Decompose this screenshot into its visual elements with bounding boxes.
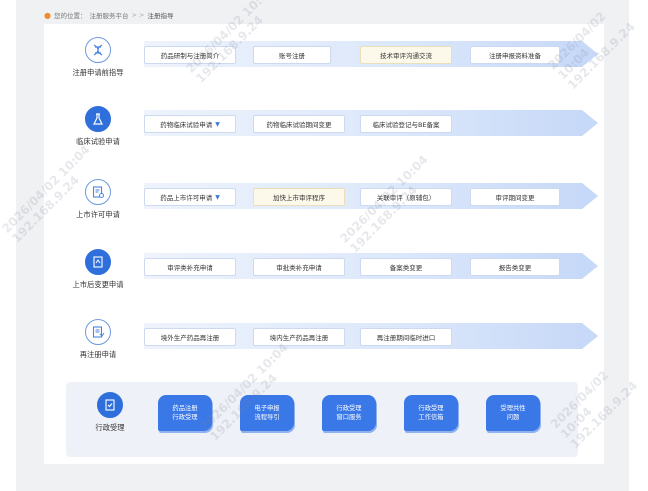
location-pin-icon: ● <box>44 10 51 20</box>
change-doc-icon <box>85 249 111 275</box>
link-filing-change[interactable]: 备案类变更 <box>360 258 452 276</box>
link-review-period-change[interactable]: 审评期间变更 <box>470 188 560 206</box>
link-tech-review-communication[interactable]: 技术审评沟通交流 <box>360 46 452 64</box>
link-approval-supplement[interactable]: 审批类补充申请 <box>253 258 345 276</box>
step-label: 注册申请前指导 <box>72 68 124 77</box>
breadcrumb: ● 您的位置： 注册服务平台 > > 注册指导 <box>44 9 173 21</box>
tile-common-questions[interactable]: 受理共性 问题 <box>486 395 540 431</box>
step-label: 上市后变更申请 <box>72 280 124 289</box>
step-label: 再注册申请 <box>79 350 117 359</box>
arrow-right-icon <box>582 183 598 209</box>
link-accelerated-review[interactable]: 加快上市审评程序 <box>253 188 345 206</box>
breadcrumb-prefix: 您的位置： <box>53 12 87 20</box>
step-clinical-trial[interactable]: 临床试验申请 <box>58 106 138 147</box>
link-account-register[interactable]: 账号注册 <box>253 46 331 64</box>
tile-window-service[interactable]: 行政受理 窗口服务 <box>322 395 376 431</box>
link-drug-dev-intro[interactable]: 药品研制与注册简介 <box>144 46 236 64</box>
arrow-right-icon <box>582 323 598 349</box>
link-report-change[interactable]: 报告类变更 <box>470 258 560 276</box>
link-domestic-reregistration[interactable]: 境内生产药品再注册 <box>253 328 345 346</box>
breadcrumb-separator: > > <box>131 11 145 19</box>
link-trial-registration-be[interactable]: 临床试验登记与BE备案 <box>360 115 452 133</box>
checklist-icon <box>97 392 123 418</box>
flask-icon <box>85 106 111 132</box>
link-temporary-import[interactable]: 再注册期间临时进口 <box>360 328 452 346</box>
link-dossier-preparation[interactable]: 注册申报资料准备 <box>470 46 560 64</box>
dna-icon <box>85 37 111 63</box>
link-clinical-trial-change[interactable]: 药物临床试验期间变更 <box>253 115 345 133</box>
dropdown-label: 药物临床试验申请 <box>160 121 213 129</box>
tile-e-submission-guide[interactable]: 电子申报 流程导引 <box>240 395 294 431</box>
license-icon <box>85 179 111 205</box>
dropdown-clinical-trial-application[interactable]: 药物临床试验申请 ▼ <box>144 115 236 133</box>
breadcrumb-current: 注册指导 <box>147 12 174 20</box>
link-review-supplement[interactable]: 审评类补充申请 <box>144 258 236 276</box>
arrow-right-icon <box>582 41 598 67</box>
registration-flow: 注册申请前指导 药品研制与注册简介 账号注册 技术审评沟通交流 注册申报资料准备… <box>44 24 604 464</box>
step-pre-application[interactable]: 注册申请前指导 <box>58 37 138 78</box>
caret-down-icon: ▼ <box>215 193 220 201</box>
step-marketing-authorization[interactable]: 上市许可申请 <box>58 179 138 220</box>
step-reregistration[interactable]: 再注册申请 <box>58 319 138 360</box>
tile-label: 药品注册 行政受理 <box>172 405 198 421</box>
step-post-market-change[interactable]: 上市后变更申请 <box>58 249 138 290</box>
link-associated-review[interactable]: 关联审评（原辅包） <box>360 188 452 206</box>
tile-label: 电子申报 流程导引 <box>254 405 280 421</box>
admin-acceptance-section: 行政受理 药品注册 行政受理 电子申报 流程导引 行政受理 窗口服务 行政受理 … <box>66 382 578 457</box>
tile-label: 行政受理 工作信箱 <box>418 405 444 421</box>
tile-registration-acceptance[interactable]: 药品注册 行政受理 <box>158 395 212 431</box>
renew-doc-icon <box>85 319 111 345</box>
step-admin-acceptance[interactable]: 行政受理 <box>70 392 150 433</box>
step-label: 临床试验申请 <box>76 137 120 146</box>
step-label: 上市许可申请 <box>76 210 120 219</box>
tile-label: 行政受理 窗口服务 <box>336 405 362 421</box>
link-overseas-reregistration[interactable]: 境外生产药品再注册 <box>144 328 236 346</box>
dropdown-label: 药品上市许可申请 <box>160 194 213 202</box>
arrow-right-icon <box>582 110 598 136</box>
tile-work-mailbox[interactable]: 行政受理 工作信箱 <box>404 395 458 431</box>
breadcrumb-home-link[interactable]: 注册服务平台 <box>89 10 128 20</box>
step-label: 行政受理 <box>95 423 125 432</box>
tile-label: 受理共性 问题 <box>500 405 526 421</box>
arrow-right-icon <box>582 253 598 279</box>
dropdown-marketing-application[interactable]: 药品上市许可申请 ▼ <box>144 188 236 206</box>
caret-down-icon: ▼ <box>215 120 220 128</box>
